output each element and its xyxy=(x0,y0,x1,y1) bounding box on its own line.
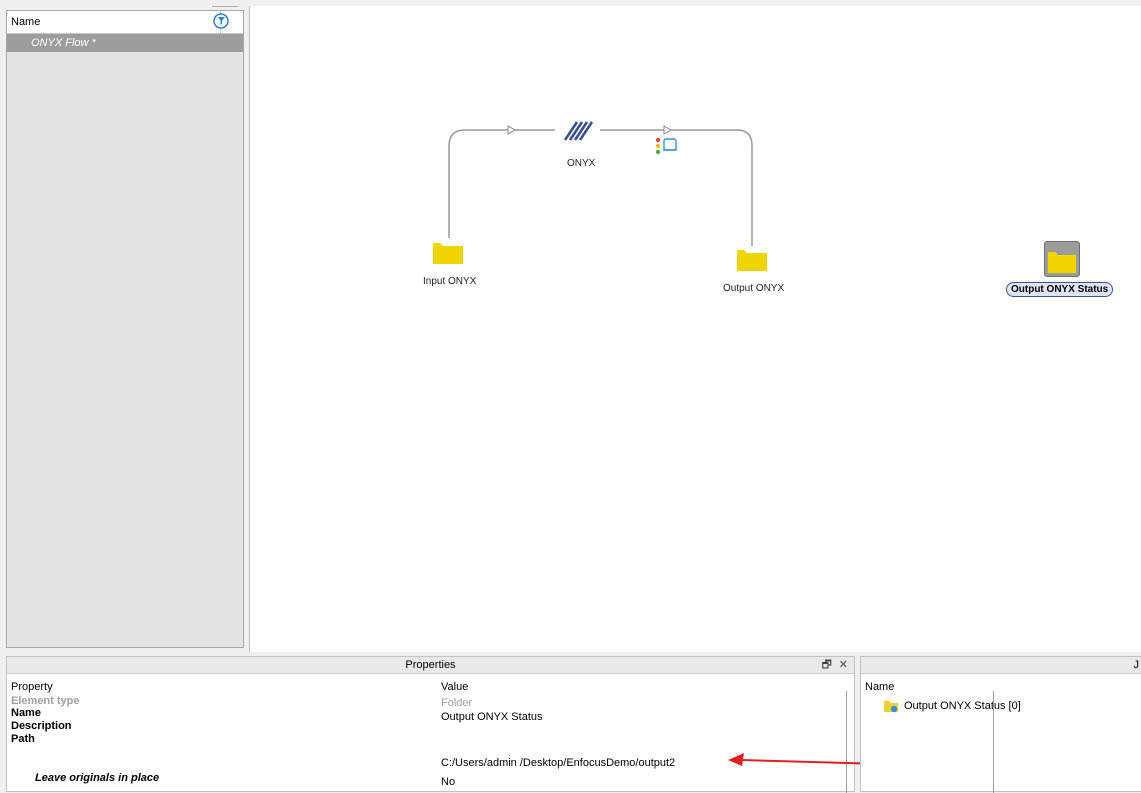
jobs-list-item[interactable]: Output ONYX Status [0] xyxy=(883,699,1021,713)
jobs-name-header: Name xyxy=(865,681,895,693)
jobs-title-bar: J xyxy=(861,657,1141,674)
jobs-item-label: Output ONYX Status [0] xyxy=(904,700,1021,712)
jobs-title: J xyxy=(1133,659,1140,671)
jobs-panel: J Name Output ONYX Status [0] xyxy=(860,656,1141,793)
jobs-scrollbar[interactable] xyxy=(993,691,994,793)
folder-job-icon xyxy=(884,701,898,713)
